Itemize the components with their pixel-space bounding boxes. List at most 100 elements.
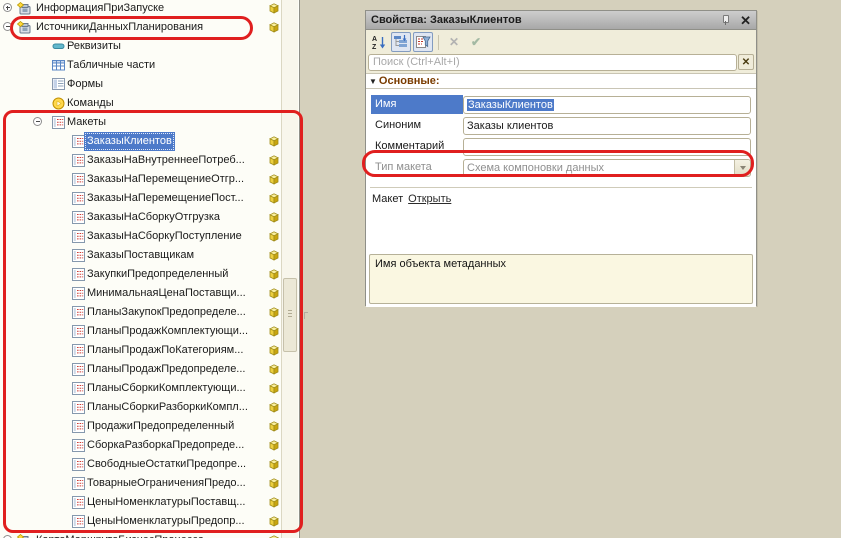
tree-item-минимальнаяценапоставщи-[interactable]: МинимальнаяЦенаПоставщи...: [0, 284, 282, 303]
tree-item-label: ЗаказыНаПеремещениеПост...: [84, 189, 247, 208]
tree-item-label: ЗаказыНаСборкуПоступление: [84, 227, 245, 246]
tree-item-табличные-части[interactable]: Табличные части: [0, 56, 282, 75]
tree-item-заказынасборкупоступление[interactable]: ЗаказыНаСборкуПоступление: [0, 227, 282, 246]
tree-item-label: ПланыЗакупокПредопределе...: [84, 303, 249, 322]
tree-vertical-scrollbar[interactable]: [281, 0, 298, 538]
tree-item-label: ПланыСборкиРазборкиКомпл...: [84, 398, 251, 417]
expander-minus-icon[interactable]: [3, 22, 12, 31]
tree-item-label: ТоварныеОграниченияПредо...: [84, 474, 249, 493]
tree-item-источникиданныхпланирования[interactable]: ИсточникиДанныхПланирования: [0, 18, 282, 37]
storage-cube-icon: [268, 230, 280, 242]
property-value-field[interactable]: Заказы клиентов: [463, 117, 751, 135]
storage-cube-icon: [268, 135, 280, 147]
tree-item-команды[interactable]: Команды: [0, 94, 282, 113]
storage-cube-icon: [268, 496, 280, 508]
tree-item-label: МинимальнаяЦенаПоставщи...: [84, 284, 249, 303]
expander-plus-icon[interactable]: [3, 3, 12, 12]
section-header-main[interactable]: ▼Основные:: [366, 74, 756, 89]
storage-cube-icon: [268, 173, 280, 185]
tree-item-заказынаперемещениеотгр-[interactable]: ЗаказыНаПеремещениеОтгр...: [0, 170, 282, 189]
layout-label: Макет: [372, 193, 403, 205]
storage-cube-icon: [268, 268, 280, 280]
property-rows: ИмяЗаказыКлиентовСиноним Заказы клиентов К…: [366, 94, 756, 178]
tree-item-планысборкиразборкикомпл-[interactable]: ПланыСборкиРазборкиКомпл...: [0, 398, 282, 417]
show-important-only-button[interactable]: [413, 32, 433, 52]
storage-cube-icon: [268, 401, 280, 413]
tree-item-формы[interactable]: Формы: [0, 75, 282, 94]
scrollbar-grip-icon: [288, 313, 292, 314]
tree-item-ценыноменклатурыпредопр-[interactable]: ЦеныНоменклатурыПредопр...: [0, 512, 282, 531]
storage-cube-icon: [268, 287, 280, 299]
data-source-icon: [17, 21, 32, 35]
storage-cube-icon: [268, 477, 280, 489]
storage-cube-icon: [268, 420, 280, 432]
storage-cube-icon: [268, 2, 280, 14]
tree-item-заказынаперемещениепост-[interactable]: ЗаказыНаПеремещениеПост...: [0, 189, 282, 208]
apply-icon: ✔: [471, 35, 481, 49]
pin-icon[interactable]: [720, 14, 730, 26]
tree-item-заказыпоставщикам[interactable]: ЗаказыПоставщикам: [0, 246, 282, 265]
collapse-triangle-icon: ▼: [369, 77, 377, 86]
property-row-тип-макета: Тип макетаСхема компоновки данных: [366, 157, 756, 178]
tree-item-label: ПланыСборкиКомплектующи...: [84, 379, 249, 398]
tree-item-label: ЦеныНоменклатурыПоставщ...: [84, 493, 248, 512]
tree-item-label: ЗакупкиПредопределенный: [84, 265, 231, 284]
properties-title-bar[interactable]: Свойства: ЗаказыКлиентов ✕: [366, 11, 756, 30]
property-label[interactable]: Комментарий: [371, 137, 463, 156]
tree-item-label: Формы: [64, 75, 106, 94]
tree-item-продажипредопределенный[interactable]: ПродажиПредопределенный: [0, 417, 282, 436]
tree-item-label: ПланыПродажПоКатегориям...: [84, 341, 246, 360]
tree-item-информацияпризапуске[interactable]: ИнформацияПриЗапуске: [0, 0, 282, 18]
property-label[interactable]: Тип макета: [371, 158, 463, 177]
tree-item-label: КартаМаршрутаБизнесПроцесса: [33, 531, 207, 538]
storage-cube-icon: [268, 249, 280, 261]
expander-minus-icon[interactable]: [33, 117, 42, 126]
tree-item-заказыклиентов[interactable]: ЗаказыКлиентов: [0, 132, 282, 151]
clear-search-button[interactable]: ✕: [738, 54, 754, 70]
value-text: Заказы клиентов: [467, 120, 553, 132]
tree-item-заказынавнутреннеепотреб-[interactable]: ЗаказыНаВнутреннееПотреб...: [0, 151, 282, 170]
tree-item-заказынасборкуотгрузка[interactable]: ЗаказыНаСборкуОтгрузка: [0, 208, 282, 227]
tree-item-планыпродажпокатегориям-[interactable]: ПланыПродажПоКатегориям...: [0, 341, 282, 360]
data-source-icon: [17, 2, 32, 16]
tree-item-картамаршрутабизнеспроцесса[interactable]: КартаМаршрутаБизнесПроцесса: [0, 531, 282, 538]
tree-item-label: ЦеныНоменклатурыПредопр...: [84, 512, 248, 531]
tree-item-label: ЗаказыНаСборкуОтгрузка: [84, 208, 223, 227]
discard-icon: ✕: [449, 35, 459, 49]
tree-scrollbar-thumb[interactable]: [283, 278, 297, 352]
tree-item-планысборкикомплектующи-[interactable]: ПланыСборкиКомплектующи...: [0, 379, 282, 398]
tree-item-макеты[interactable]: Макеты: [0, 113, 282, 132]
open-layout-link[interactable]: Открыть: [408, 193, 451, 205]
property-value-field[interactable]: [463, 138, 751, 156]
storage-cube-icon: [268, 534, 280, 538]
tree-item-сборкаразборкапредопреде-[interactable]: СборкаРазборкаПредопреде...: [0, 436, 282, 455]
tree-item-label: ПланыПродажПредопределе...: [84, 360, 248, 379]
search-input[interactable]: [368, 54, 737, 71]
property-row-синоним: Синоним Заказы клиентов: [366, 115, 756, 136]
sort-alphabetical-button[interactable]: A Z: [369, 32, 389, 52]
storage-cube-icon: [268, 21, 280, 33]
properties-panel: Свойства: ЗаказыКлиентов ✕ A Z: [365, 10, 757, 306]
tree-item-планыпродажпредопределе-[interactable]: ПланыПродажПредопределе...: [0, 360, 282, 379]
tree-item-ценыноменклатурыпоставщ-[interactable]: ЦеныНоменклатурыПоставщ...: [0, 493, 282, 512]
property-label[interactable]: Имя: [371, 95, 463, 114]
tree-item-свободныеостаткипредопре-[interactable]: СвободныеОстаткиПредопре...: [0, 455, 282, 474]
data-source-icon: [17, 534, 32, 538]
property-value-field: Схема компоновки данных: [463, 159, 751, 177]
tree-item-товарныеограниченияпредо-[interactable]: ТоварныеОграниченияПредо...: [0, 474, 282, 493]
property-label[interactable]: Синоним: [371, 116, 463, 135]
storage-cube-icon: [268, 154, 280, 166]
tree-item-label: ЗаказыНаПеремещениеОтгр...: [84, 170, 247, 189]
tree-item-label: ЗаказыПоставщикам: [84, 246, 197, 265]
pane-splitter-handle[interactable]: [304, 312, 308, 319]
storage-cube-icon: [268, 458, 280, 470]
close-icon[interactable]: ✕: [740, 12, 751, 29]
tree-item-планызакупокпредопределе-[interactable]: ПланыЗакупокПредопределе...: [0, 303, 282, 322]
tree-item-label: Реквизиты: [64, 37, 124, 56]
property-value-field[interactable]: ЗаказыКлиентов: [463, 96, 751, 114]
group-by-categories-button[interactable]: [391, 32, 411, 52]
tree-item-планыпродажкомплектующи-[interactable]: ПланыПродажКомплектующи...: [0, 322, 282, 341]
tree-item-закупкипредопределенный[interactable]: ЗакупкиПредопределенный: [0, 265, 282, 284]
tree-item-реквизиты[interactable]: Реквизиты: [0, 37, 282, 56]
storage-cube-icon: [268, 192, 280, 204]
